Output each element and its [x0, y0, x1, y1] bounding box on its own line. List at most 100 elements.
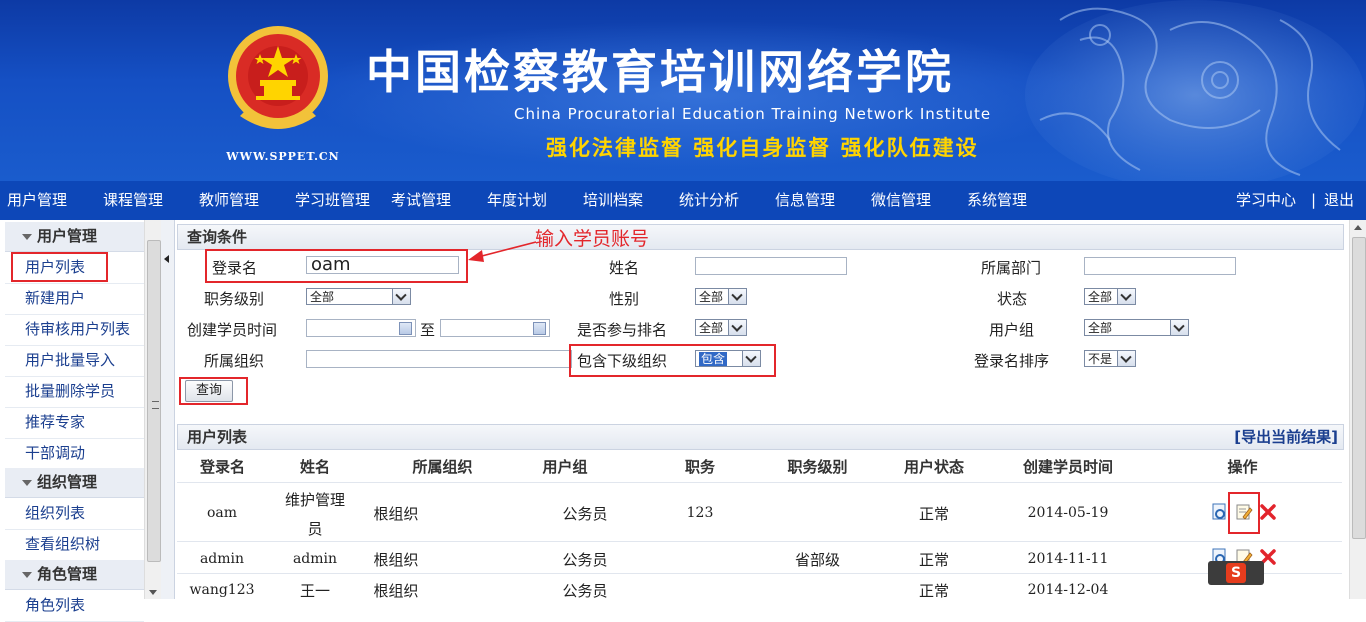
- nav-system-management[interactable]: 系统管理: [967, 181, 1027, 220]
- column-header-actions: 操作: [1227, 458, 1258, 476]
- create-time-start-input[interactable]: [306, 319, 416, 337]
- search-button[interactable]: 查询: [185, 380, 234, 402]
- select-value: 全部: [699, 290, 724, 304]
- annotation-callout: 输入学员账号: [535, 228, 650, 250]
- grip-icon: [152, 401, 159, 409]
- sogou-ime-icon[interactable]: S: [1226, 563, 1246, 583]
- cell-post: 123: [686, 505, 714, 521]
- ime-toolbar[interactable]: S: [1208, 561, 1264, 585]
- cell-login: wang123: [189, 582, 255, 598]
- label-gender: 性别: [609, 290, 640, 308]
- nav-annual-plan[interactable]: 年度计划: [487, 181, 547, 220]
- sidebar-item-user-list[interactable]: 用户列表: [5, 252, 144, 284]
- chevron-down-icon: [728, 289, 746, 304]
- column-header-name: 姓名: [299, 458, 330, 476]
- name-input[interactable]: [695, 257, 847, 275]
- sidebar-item-label: 新建用户: [25, 289, 86, 307]
- cell-group: 公务员: [562, 582, 608, 600]
- calendar-icon[interactable]: [399, 322, 412, 335]
- column-header-org: 所属组织: [412, 458, 473, 476]
- calendar-icon[interactable]: [533, 322, 546, 335]
- label-department: 所属部门: [981, 259, 1042, 277]
- select-value: 全部: [699, 321, 724, 335]
- scroll-down-icon[interactable]: [149, 590, 157, 595]
- cell-created: 2014-12-04: [1027, 582, 1109, 598]
- gender-select[interactable]: 全部: [695, 288, 747, 305]
- nav-study-center[interactable]: 学习中心: [1236, 181, 1296, 220]
- nav-teacher-management[interactable]: 教师管理: [199, 181, 259, 220]
- site-slogan: 强化法律监督 强化自身监督 强化队伍建设: [546, 136, 979, 160]
- sidebar-item-label: 角色列表: [25, 596, 86, 614]
- status-select[interactable]: 全部: [1084, 288, 1136, 305]
- sort-login-select[interactable]: 不是: [1084, 350, 1136, 367]
- sidebar-group-org-management[interactable]: 组织管理: [5, 468, 144, 498]
- create-time-end-input[interactable]: [440, 319, 550, 337]
- sidebar-group-role-management[interactable]: 角色管理: [5, 560, 144, 590]
- scrollbar-thumb[interactable]: [147, 240, 161, 562]
- login-name-input[interactable]: oam: [306, 256, 459, 274]
- job-level-select[interactable]: 全部: [306, 288, 411, 305]
- ranking-select[interactable]: 全部: [695, 319, 747, 336]
- sidebar-group-user-management[interactable]: 用户管理: [5, 222, 144, 252]
- collapse-left-icon: [164, 255, 169, 263]
- column-header-group: 用户组: [542, 458, 588, 476]
- sidebar-item-batch-import[interactable]: 用户批量导入: [5, 345, 144, 377]
- sidebar-scrollbar[interactable]: [144, 220, 162, 599]
- user-group-select[interactable]: 全部: [1084, 319, 1189, 336]
- cell-created: 2014-05-19: [1027, 505, 1109, 521]
- sidebar-item-label: 查看组织树: [25, 535, 101, 553]
- scrollbar-thumb[interactable]: [1352, 237, 1366, 539]
- collapse-triangle-icon: [22, 572, 32, 578]
- select-value: 全部: [1088, 321, 1113, 335]
- sidebar-item-role-list[interactable]: 角色列表: [5, 590, 144, 622]
- nav-training-records[interactable]: 培训档案: [583, 181, 643, 220]
- cell-login: admin: [199, 551, 245, 567]
- select-value: 全部: [310, 290, 335, 304]
- view-detail-icon[interactable]: [1211, 503, 1229, 521]
- nav-exam-management[interactable]: 考试管理: [391, 181, 451, 220]
- sidebar-collapse-handle[interactable]: [161, 220, 175, 599]
- include-sub-select[interactable]: 包含: [695, 350, 761, 367]
- sidebar-item-pending-users[interactable]: 待审核用户列表: [5, 314, 144, 346]
- sidebar-item-label: 批量删除学员: [25, 382, 116, 400]
- delete-icon[interactable]: [1259, 503, 1277, 521]
- sidebar-item-cadre-transfer[interactable]: 干部调动: [5, 438, 144, 470]
- sidebar-group-label: 组织管理: [37, 473, 98, 491]
- column-header-login: 登录名: [199, 458, 245, 476]
- nav-course-management[interactable]: 课程管理: [103, 181, 163, 220]
- nav-info-management[interactable]: 信息管理: [775, 181, 835, 220]
- column-header-created: 创建学员时间: [1022, 458, 1113, 476]
- select-value: 包含: [699, 352, 728, 366]
- export-results-link[interactable]: [导出当前结果]: [1234, 425, 1338, 449]
- dragon-decoration-icon: [1025, 0, 1365, 181]
- sidebar-item-org-tree[interactable]: 查看组织树: [5, 529, 144, 561]
- sidebar-item-label: 用户列表: [25, 258, 86, 276]
- column-header-post: 职务: [684, 458, 715, 476]
- label-sort-login: 登录名排序: [974, 352, 1050, 370]
- sidebar-item-org-list[interactable]: 组织列表: [5, 498, 144, 530]
- top-navigation: 用户管理 课程管理 教师管理 学习班管理 考试管理 年度计划 培训档案 统计分析…: [0, 181, 1366, 220]
- nav-separator: |: [1311, 191, 1317, 209]
- sidebar-item-new-user[interactable]: 新建用户: [5, 283, 144, 315]
- nav-wechat-management[interactable]: 微信管理: [871, 181, 931, 220]
- query-panel-title: 查询条件: [187, 228, 248, 246]
- column-header-level: 职务级别: [787, 458, 848, 476]
- label-to: 至: [420, 321, 436, 339]
- nav-class-management[interactable]: 学习班管理: [295, 181, 370, 220]
- nav-statistics[interactable]: 统计分析: [679, 181, 739, 220]
- chevron-down-icon: [1117, 289, 1135, 304]
- organization-input[interactable]: [306, 350, 572, 368]
- sidebar-item-label: 干部调动: [25, 444, 86, 462]
- scroll-up-icon[interactable]: [1354, 225, 1362, 230]
- annotation-arrow-icon: [468, 241, 537, 262]
- chevron-down-icon: [728, 320, 746, 335]
- sidebar-item-recommend-expert[interactable]: 推荐专家: [5, 407, 144, 439]
- department-input[interactable]: [1084, 257, 1236, 275]
- main-scrollbar[interactable]: [1349, 220, 1366, 599]
- nav-logout[interactable]: 退出: [1324, 181, 1354, 220]
- row-divider: [177, 573, 1342, 574]
- sidebar-item-batch-delete[interactable]: 批量删除学员: [5, 376, 144, 408]
- nav-user-management[interactable]: 用户管理: [7, 181, 67, 220]
- collapse-triangle-icon: [22, 480, 32, 486]
- edit-icon[interactable]: [1235, 503, 1253, 521]
